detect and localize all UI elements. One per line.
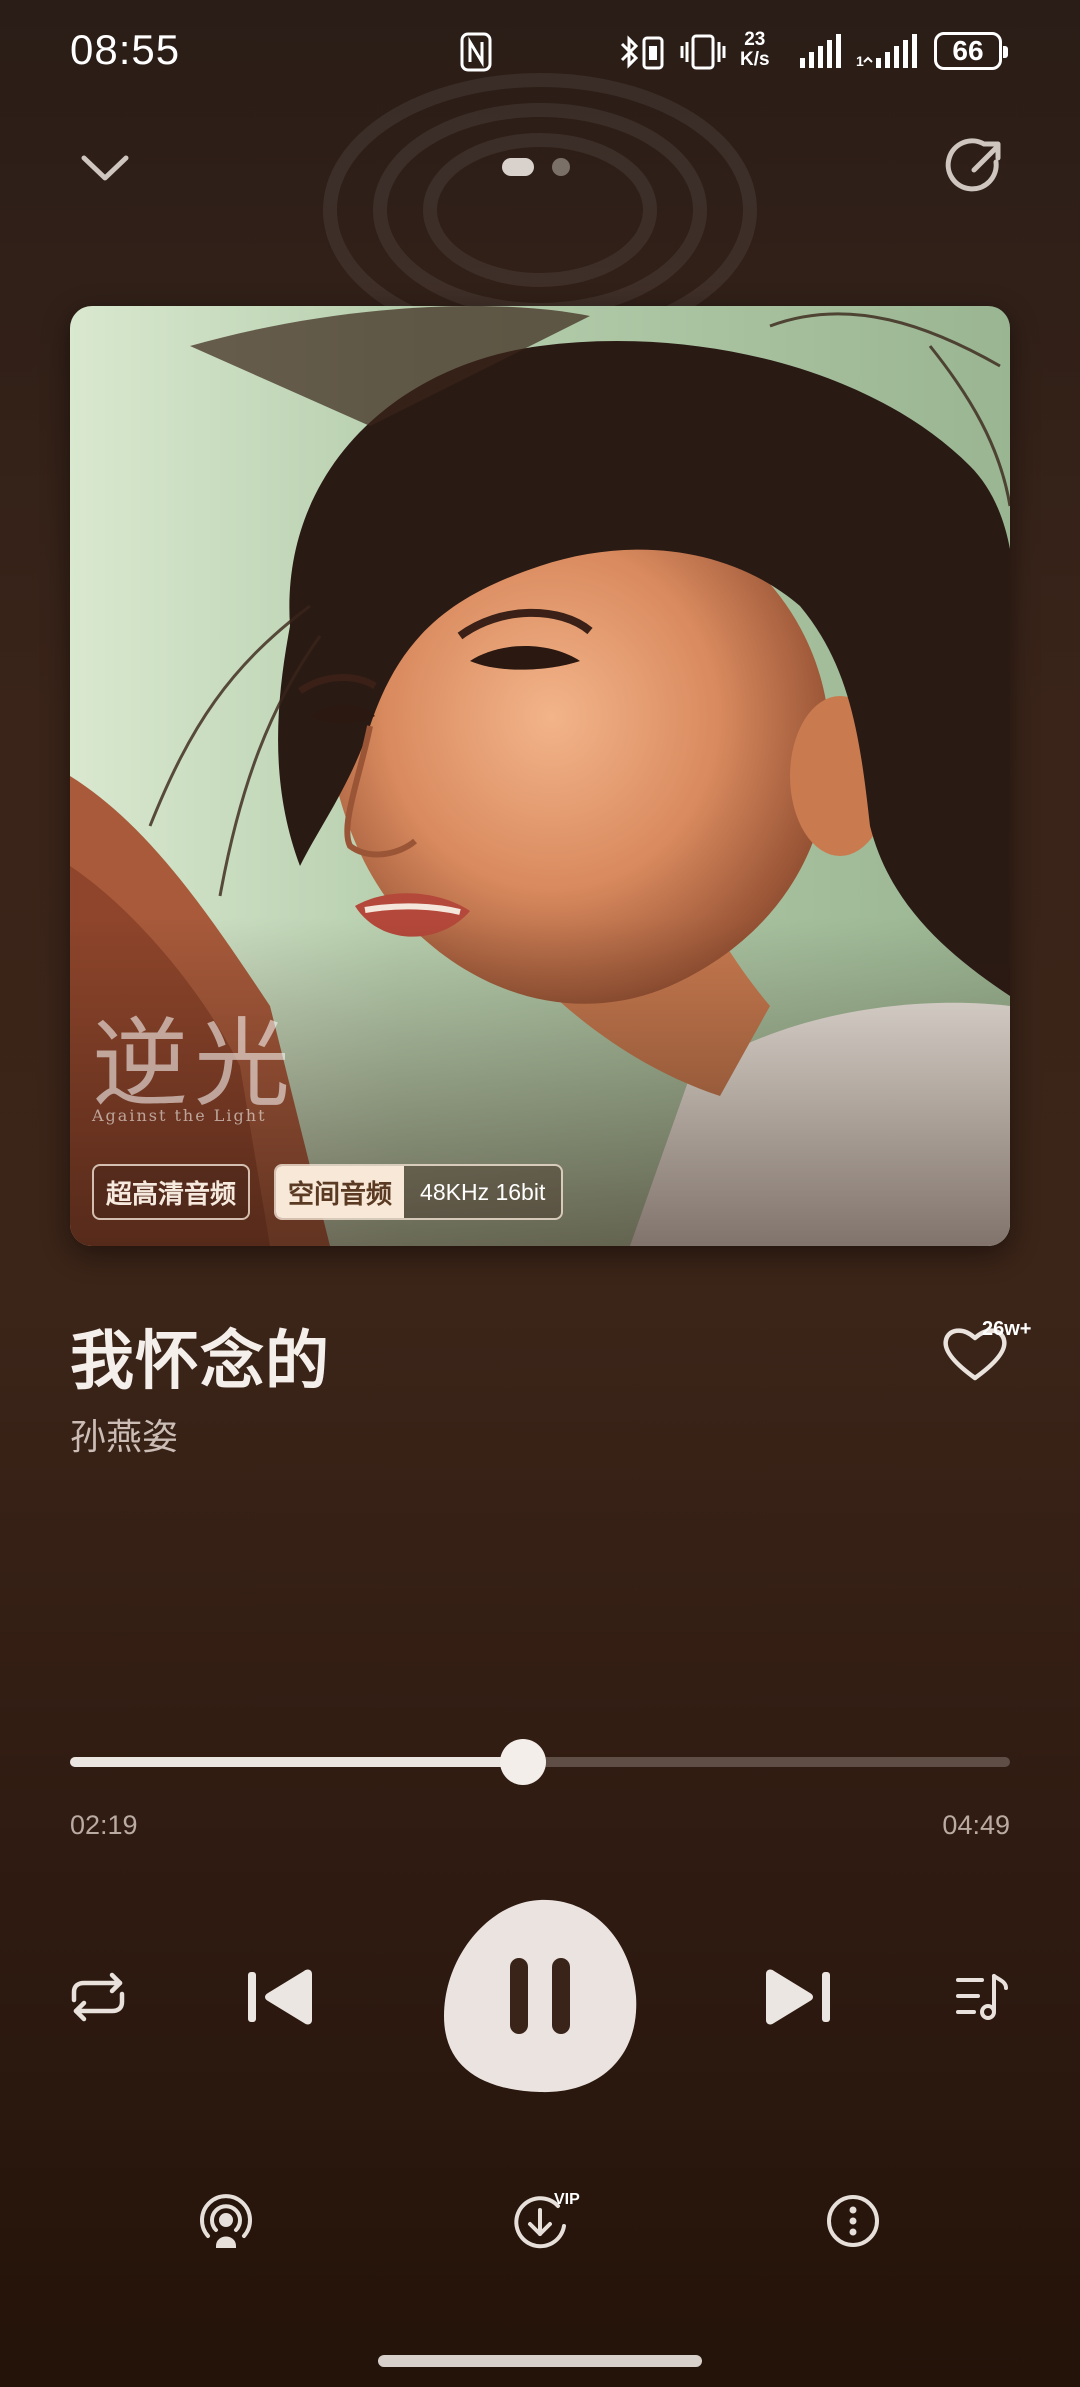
song-title: 我怀念的: [70, 1325, 330, 1397]
share-icon: [945, 138, 1001, 192]
hq-audio-badge[interactable]: 超高清音频: [92, 1164, 251, 1220]
share-button[interactable]: [944, 134, 1008, 198]
cover-brand-text: 逆光: [92, 1008, 296, 1120]
playlist-icon: [956, 1974, 1008, 2020]
hq-audio-label: 超高清音频: [106, 1178, 237, 1209]
previous-button[interactable]: [244, 1962, 318, 2032]
elapsed-time: 02:19: [70, 1810, 138, 1840]
previous-icon: [248, 1969, 312, 2025]
artist-name[interactable]: 孙燕姿: [70, 1408, 178, 1460]
signal-icon: [800, 34, 841, 68]
play-button-blob: [444, 1899, 637, 2093]
svg-text:1: 1: [856, 53, 864, 69]
more-icon: [827, 2195, 879, 2247]
audio-quality-badges: 超高清音频 空间音频 48KHz 16bit: [92, 1164, 564, 1222]
progress-bar[interactable]: [70, 1739, 1010, 1785]
status-time: 08:55: [70, 26, 181, 73]
next-icon: [766, 1969, 830, 2025]
cast-icon: [200, 2194, 252, 2248]
next-button[interactable]: [760, 1962, 834, 2032]
page-dot[interactable]: [552, 158, 570, 176]
spatial-audio-badge[interactable]: 空间音频 48KHz 16bit: [274, 1164, 564, 1220]
like-count: 26w+: [982, 1318, 1032, 1340]
audio-format-label: 48KHz 16bit: [420, 1178, 546, 1205]
ambient-rings: [323, 73, 757, 320]
spatial-audio-label: 空间音频: [276, 1166, 405, 1218]
total-time: 04:49: [942, 1810, 1010, 1840]
repeat-button[interactable]: [66, 1970, 130, 2024]
download-button[interactable]: VIP: [510, 2188, 580, 2254]
collapse-button[interactable]: [72, 140, 138, 196]
home-indicator[interactable]: [378, 2355, 702, 2367]
progress-handle[interactable]: [500, 1739, 547, 1785]
network-speed-value: 23: [744, 29, 766, 50]
vip-label: VIP: [554, 2191, 580, 2208]
progress-fill: [70, 1757, 524, 1767]
more-button[interactable]: [824, 2192, 882, 2250]
signal-icon-2: 1: [856, 34, 917, 69]
cover-brand-subtitle: Against the Light: [92, 1106, 267, 1125]
playlist-button[interactable]: [954, 1970, 1010, 2024]
battery-icon: 66: [934, 32, 1008, 70]
album-cover[interactable]: 逆光 Against the Light 超高清音频 空间音频 48KHz 16…: [70, 306, 1010, 1246]
repeat-icon: [71, 1972, 125, 2022]
battery-level: 66: [952, 35, 984, 66]
page-indicator[interactable]: [502, 158, 572, 178]
cast-button[interactable]: [196, 2192, 256, 2252]
chevron-down-icon: [81, 155, 129, 181]
page-dot-active[interactable]: [502, 158, 534, 176]
play-pause-button[interactable]: [440, 1896, 640, 2096]
